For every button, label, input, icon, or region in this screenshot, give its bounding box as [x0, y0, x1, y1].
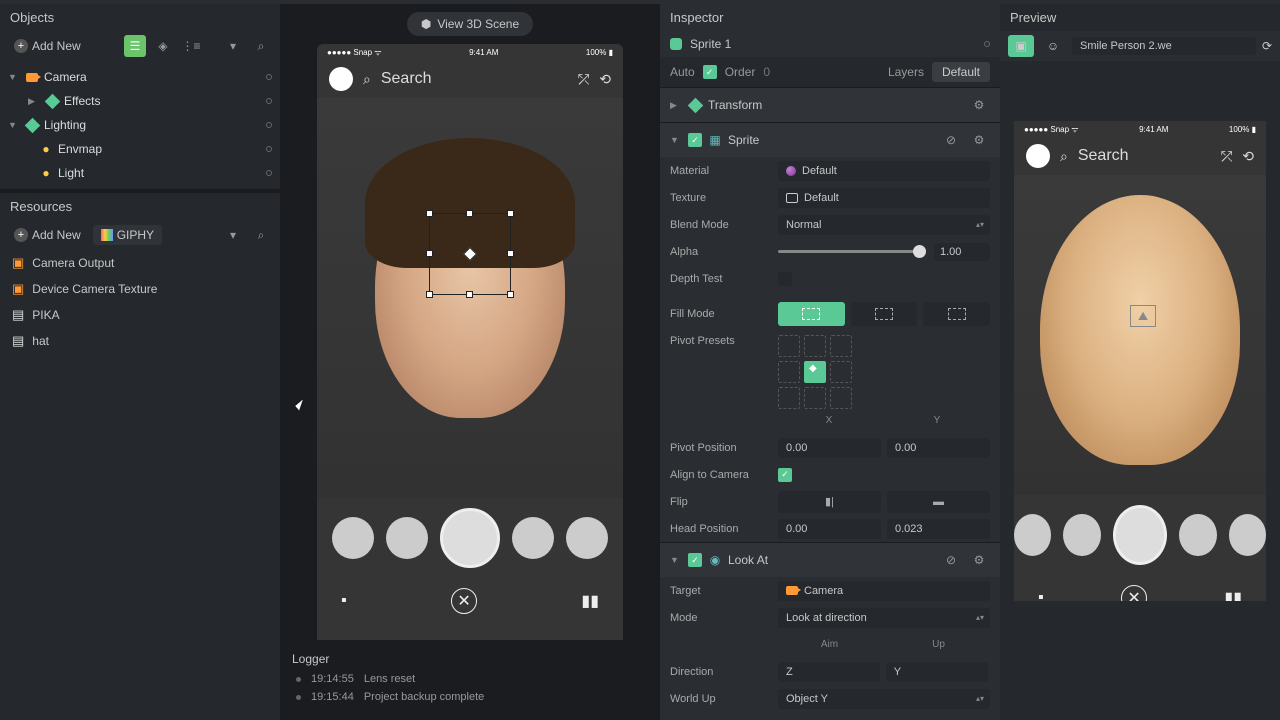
search-icon[interactable]: ⌕ [250, 224, 272, 246]
revert-icon[interactable]: ⊘ [940, 549, 962, 571]
battery-label: 100% ▮ [586, 48, 613, 57]
flash-icon: ⤱ [578, 71, 589, 88]
lens-option[interactable] [332, 517, 374, 559]
fillmode-stretch[interactable] [923, 302, 990, 326]
objects-title: Objects [0, 4, 280, 31]
list-view-icon[interactable]: ☰ [124, 35, 146, 57]
cube-icon [44, 93, 60, 109]
giphy-button[interactable]: GIPHY [93, 225, 162, 245]
tree-item-light[interactable]: ● Light [0, 161, 280, 185]
tree-item-lighting[interactable]: ▼ Lighting [0, 113, 280, 137]
resource-item[interactable]: ▣Device Camera Texture [0, 276, 280, 302]
blendmode-dropdown[interactable]: Normal▴▾ [778, 215, 990, 235]
cube-3d-icon: ⬢ [421, 17, 431, 31]
capture-button[interactable] [440, 508, 500, 568]
lookat-enabled-checkbox[interactable]: ✓ [688, 553, 702, 567]
search-icon[interactable]: ⌕ [250, 35, 272, 57]
sprite-enabled-checkbox[interactable]: ✓ [688, 133, 702, 147]
align-camera-checkbox[interactable]: ✓ [778, 468, 792, 482]
flip-camera-icon: ⟲ [599, 71, 611, 88]
filter-icon[interactable]: ▾ [222, 224, 244, 246]
lens-option[interactable] [566, 517, 608, 559]
transform-header[interactable]: ▶ Transform ⚙ [660, 88, 1000, 122]
search-icon: ⌕ [363, 71, 371, 88]
resource-item[interactable]: ▤PIKA [0, 302, 280, 328]
lens-option[interactable] [386, 517, 428, 559]
close-icon[interactable]: ✕ [451, 588, 477, 614]
search-placeholder: Search [381, 70, 568, 88]
revert-icon[interactable]: ⊘ [940, 129, 962, 151]
head-x-input[interactable]: 0.00 [778, 519, 881, 539]
texture-dropdown[interactable]: Default [778, 188, 990, 208]
tree-item-effects[interactable]: ▶ Effects [0, 89, 280, 113]
visibility-toggle[interactable] [984, 41, 990, 47]
log-entry: 19:15:44Project backup complete [292, 688, 648, 706]
preview-viewport: ●●●●● Snap ᯤ 9:41 AM 100% ▮ ⌕ Search ⤱⟲ … [1014, 121, 1266, 601]
gear-icon[interactable]: ⚙ [968, 129, 990, 151]
sprite-placeholder-icon: ⛰ [1130, 305, 1156, 327]
preview-title: Preview [1000, 4, 1280, 31]
tree-item-envmap[interactable]: ● Envmap [0, 137, 280, 161]
mode-dropdown[interactable]: Look at direction▴▾ [778, 608, 990, 628]
target-dropdown[interactable]: Camera [778, 581, 990, 601]
object-name[interactable]: Sprite 1 [690, 37, 731, 51]
pivot-preset-grid[interactable] [778, 335, 990, 409]
direction-aim-dropdown[interactable]: Z [778, 662, 880, 682]
resources-add-button[interactable]: +Add New [8, 224, 87, 246]
chat-icon[interactable]: ▪ [341, 592, 347, 610]
inspector-title: Inspector [660, 4, 1000, 31]
view-3d-scene-button[interactable]: ⬢View 3D Scene [407, 12, 533, 36]
depthtest-checkbox[interactable] [778, 272, 792, 286]
resource-item[interactable]: ▤hat [0, 328, 280, 354]
flip-h-button[interactable]: ▮| [778, 491, 881, 513]
lens-option[interactable] [512, 517, 554, 559]
layers-default-button[interactable]: Default [932, 62, 990, 82]
pivot-x-input[interactable]: 0.00 [778, 438, 881, 458]
preview-webcam-mode[interactable]: ☺ [1040, 35, 1066, 57]
lightbulb-icon: ● [38, 165, 54, 181]
gear-icon[interactable]: ⚙ [968, 549, 990, 571]
sprite-header[interactable]: ▼✓ ▦ Sprite ⊘ ⚙ [660, 123, 1000, 157]
flip-v-button[interactable]: ▬ [887, 491, 990, 513]
avatar [329, 67, 353, 91]
carrier-label: ●●●●● Snap ᯤ [327, 47, 382, 58]
logger-title: Logger [292, 648, 648, 670]
lightbulb-icon: ● [38, 141, 54, 157]
tree-item-camera[interactable]: ▼ Camera [0, 65, 280, 89]
cube-icon [24, 117, 40, 133]
resources-title: Resources [0, 193, 280, 220]
fillmode-fit[interactable] [778, 302, 845, 326]
fillmode-fill[interactable] [851, 302, 918, 326]
log-entry: 19:14:55Lens reset [292, 670, 648, 688]
pivot-y-input[interactable]: 0.00 [887, 438, 990, 458]
camera-icon [26, 73, 38, 82]
cursor-icon [296, 402, 308, 418]
direction-up-dropdown[interactable]: Y [886, 662, 988, 682]
material-dropdown[interactable]: Default [778, 161, 990, 181]
gear-icon[interactable]: ⚙ [968, 94, 990, 116]
resource-item[interactable]: ▣Camera Output [0, 250, 280, 276]
preview-image-mode[interactable]: ▣ [1008, 35, 1034, 57]
memories-icon[interactable]: ▮▮ [581, 591, 599, 611]
preview-source-dropdown[interactable]: Smile Person 2.we [1072, 37, 1256, 55]
lookat-header[interactable]: ▼✓ ◉ Look At ⊘ ⚙ [660, 543, 1000, 577]
alpha-slider[interactable] [778, 250, 926, 253]
sprite-bounding-box[interactable] [429, 213, 511, 295]
transform-icon [687, 97, 703, 113]
rotate-handle[interactable] [463, 247, 477, 261]
objects-add-button[interactable]: +Add New [8, 35, 87, 57]
scene-viewport[interactable]: ●●●●● Snap ᯤ 9:41 AM 100% ▮ ⌕ Search ⤱ ⟲ [317, 44, 623, 640]
time-label: 9:41 AM [469, 48, 498, 57]
auto-checkbox[interactable]: ✓ [703, 65, 717, 79]
filter-icon[interactable]: ▾ [222, 35, 244, 57]
refresh-icon[interactable]: ⟳ [1262, 39, 1272, 53]
alpha-input[interactable]: 1.00 [934, 243, 990, 261]
worldup-dropdown[interactable]: Object Y▴▾ [778, 689, 990, 709]
sprite-icon [670, 38, 682, 50]
outline-icon[interactable]: ⋮≡ [180, 35, 202, 57]
head-y-input[interactable]: 0.023 [887, 519, 990, 539]
layers-icon[interactable]: ◈ [152, 35, 174, 57]
